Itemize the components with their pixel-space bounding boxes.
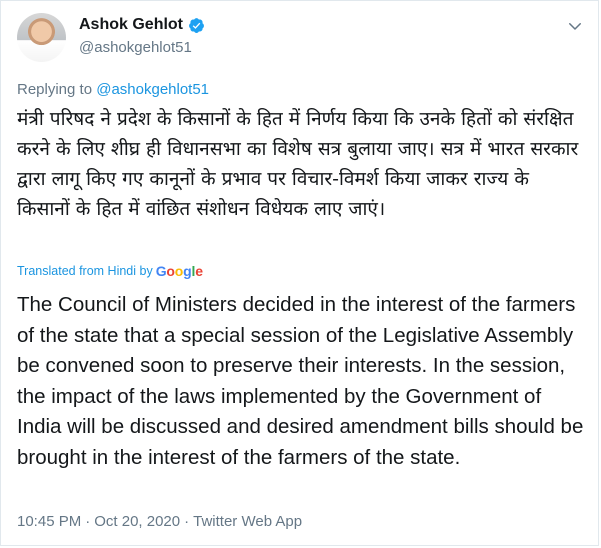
tweet-time[interactable]: 10:45 PM [17,513,81,530]
tweet-date[interactable]: Oct 20, 2020 [94,513,180,530]
replying-to-line: Replying to @ashokgehlot51 [17,81,209,98]
translated-label: Translated from Hindi by [17,264,153,278]
author-name-row: Ashok Gehlot [79,16,205,34]
verified-badge-icon [189,17,204,33]
author-display-name[interactable]: Ashok Gehlot [79,16,183,34]
avatar[interactable] [17,13,66,62]
google-logo: Google [155,263,203,279]
chevron-down-icon[interactable] [566,17,584,35]
replying-to-label: Replying to [17,81,93,98]
tweet-meta: 10:45 PM · Oct 20, 2020 · Twitter Web App [17,513,302,530]
author-handle[interactable]: @ashokgehlot51 [79,39,192,56]
tweet-card: Ashok Gehlot @ashokgehlot51 Replying to … [0,0,599,546]
reply-mention-link[interactable]: @ashokgehlot51 [96,81,209,98]
tweet-translated-text: The Council of Ministers decided in the … [17,293,584,469]
meta-separator: · [85,513,91,530]
tweet-original-text: मंत्री परिषद ने प्रदेश के किसानों के हित… [17,108,579,220]
tweet-source[interactable]: Twitter Web App [193,513,302,530]
meta-separator-2: · [184,513,190,530]
translation-attribution[interactable]: Translated from Hindi by Google [17,263,203,279]
